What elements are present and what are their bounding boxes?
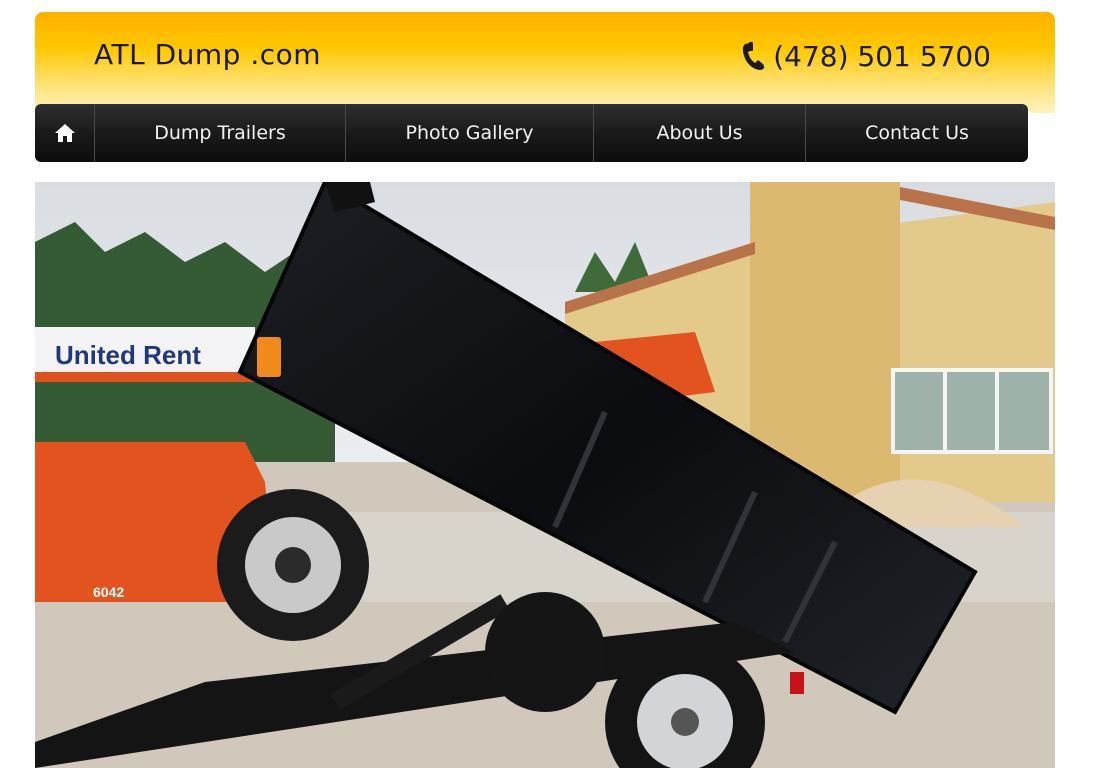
- hero-image: United Rent 6042: [35, 182, 1055, 768]
- phone-contact[interactable]: (478) 501 5700: [739, 40, 991, 73]
- phone-number: (478) 501 5700: [773, 40, 991, 73]
- nav-photo-gallery[interactable]: Photo Gallery: [346, 104, 594, 162]
- main-nav: Dump Trailers Photo Gallery About Us Con…: [35, 104, 1028, 162]
- phone-icon: [743, 41, 765, 70]
- home-icon: [54, 124, 75, 142]
- site-header: ATL Dump .com (478) 501 5700: [35, 12, 1055, 113]
- machine-number: 6042: [93, 584, 124, 600]
- nav-home[interactable]: [35, 104, 95, 162]
- nav-dump-trailers[interactable]: Dump Trailers: [95, 104, 346, 162]
- dump-trailer-photo: United Rent 6042: [35, 182, 1055, 768]
- control-box: [257, 337, 281, 377]
- nav-contact-us[interactable]: Contact Us: [806, 104, 1028, 162]
- site-logo[interactable]: ATL Dump .com: [94, 38, 321, 71]
- sign-text: United Rent: [55, 340, 201, 370]
- nav-about-us[interactable]: About Us: [594, 104, 806, 162]
